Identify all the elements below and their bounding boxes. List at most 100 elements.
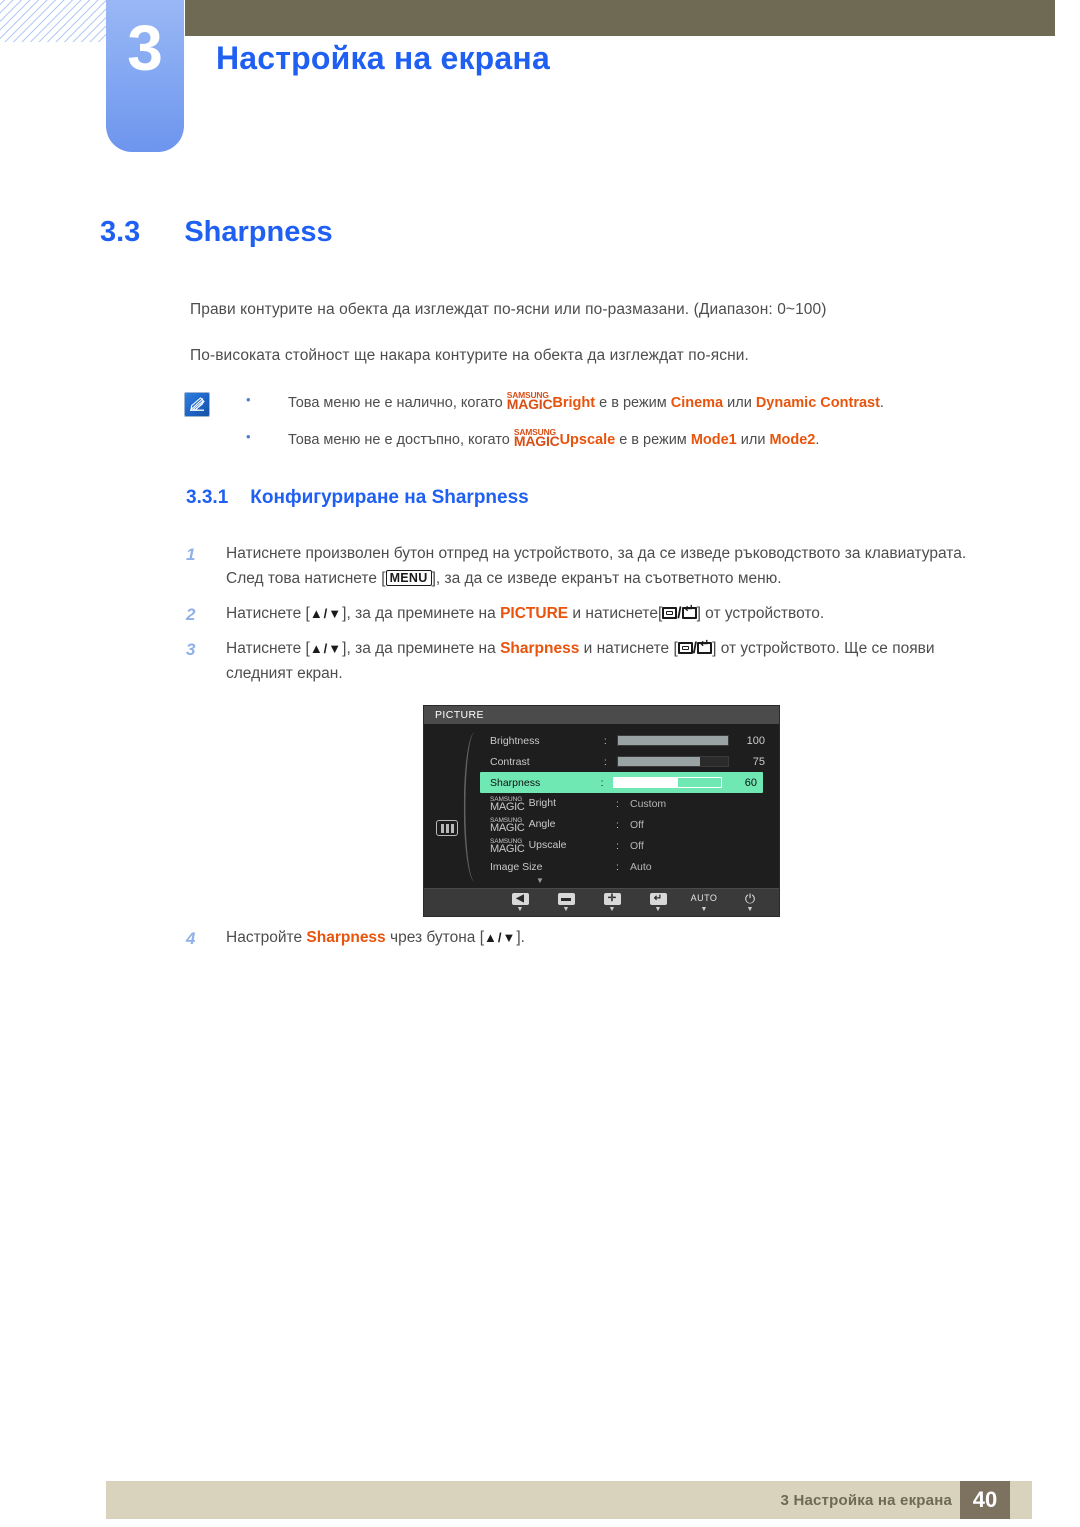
- page-footer: 3 Настройка на екрана 40: [106, 1481, 1032, 1519]
- osd-label-text: Upscale: [528, 839, 567, 852]
- osd-row-image-size[interactable]: Image Size : Auto: [480, 856, 771, 877]
- footer-chapter-label: 3 Настройка на екрана: [780, 1491, 952, 1509]
- subsection-title: Конфигуриране на Sharpness: [250, 487, 529, 508]
- section-number: 3.3: [100, 216, 141, 248]
- step-3: 3 Натиснете [▲/▼], за да преминете на Sh…: [186, 636, 986, 686]
- minus-button[interactable]: ▬ ▼: [543, 892, 589, 913]
- up-down-arrow-icon: ▲/▼: [309, 606, 343, 621]
- power-button[interactable]: ⏻ ▼: [727, 891, 773, 913]
- osd-title: PICTURE: [424, 706, 779, 724]
- description-paragraph-1: Прави контурите на обекта да изглеждат п…: [190, 301, 827, 318]
- osd-label: Contrast: [490, 755, 530, 768]
- step-text: Натиснете произволен бутон отпред на уст…: [226, 545, 967, 588]
- osd-label: Brightness: [490, 734, 540, 747]
- osd-row-list: Brightness : 100 Contrast : 75 Sharpness…: [480, 730, 771, 877]
- step-number: 1: [186, 545, 196, 564]
- auto-label: AUTO: [690, 893, 718, 903]
- picture-bars-icon: [436, 820, 458, 836]
- osd-body: Brightness : 100 Contrast : 75 Sharpness…: [424, 724, 779, 890]
- osd-label: SAMSUNG MAGIC Bright: [490, 796, 616, 813]
- osd-row-contrast[interactable]: Contrast : 75: [480, 751, 771, 772]
- enter-icon: ↵: [649, 892, 667, 905]
- bullet-icon: •: [246, 428, 251, 444]
- sharpness-value: 60: [744, 776, 757, 789]
- button-tick-icon: ▼: [562, 905, 570, 913]
- osd-row-magic-upscale[interactable]: SAMSUNG MAGIC Upscale : Off: [480, 835, 771, 856]
- bullet-icon: •: [246, 392, 251, 407]
- osd-menu-screenshot: PICTURE Brightness : 100 Contrast : 75 S…: [423, 705, 780, 917]
- note-item: • Това меню не е налично, когато SAMSUNG…: [246, 390, 994, 415]
- brightness-slider[interactable]: [616, 735, 729, 746]
- button-tick-icon: ▼: [700, 905, 708, 913]
- section-heading: 3.3 Sharpness: [100, 216, 333, 249]
- header-olive-bar: [185, 0, 1055, 36]
- step-text: Натиснете [▲/▼], за да преминете на Shar…: [226, 636, 986, 686]
- samsung-magic-logo: SAMSUNG MAGIC: [490, 796, 525, 813]
- auto-button[interactable]: AUTO ▼: [681, 893, 727, 913]
- subsection-heading: 3.3.1 Конфигуриране на Sharpness: [186, 487, 529, 509]
- note-item-text: Това меню не е налично, когато SAMSUNG MA…: [288, 390, 884, 413]
- manual-page: 3 Настройка на екрана 3.3 Sharpness Прав…: [0, 0, 1080, 1527]
- source-button-icon: [677, 642, 693, 654]
- source-button-icon: [662, 607, 678, 619]
- up-down-arrow-icon: ▲/▼: [309, 641, 343, 656]
- step-1: 1 Натиснете произволен бутон отпред на у…: [186, 541, 986, 591]
- step-number: 2: [186, 605, 196, 624]
- subsection-number: 3.3.1: [186, 487, 229, 508]
- step-2: 2 Натиснете [▲/▼], за да преминете на PI…: [186, 601, 986, 626]
- chapter-title: Настройка на екрана: [216, 40, 550, 76]
- step-text: Настройте Sharpness чрез бутона [▲/▼].: [226, 929, 525, 946]
- button-tick-icon: ▼: [746, 905, 754, 913]
- plus-icon: ✛: [603, 892, 621, 905]
- note-list: • Това меню не е налично, когато SAMSUNG…: [246, 390, 994, 452]
- osd-label: SAMSUNG MAGIC Angle: [490, 817, 616, 834]
- scroll-down-icon[interactable]: ▼: [536, 876, 544, 885]
- samsung-magic-logo: SAMSUNG MAGIC: [513, 426, 560, 449]
- up-down-arrow-icon: ▲/▼: [484, 930, 517, 945]
- step-number: 4: [186, 929, 196, 948]
- osd-label: SAMSUNG MAGIC Upscale: [490, 838, 616, 855]
- note-block: • Това меню не е налично, когато SAMSUNG…: [184, 390, 994, 464]
- brightness-value: 100: [746, 734, 765, 747]
- button-tick-icon: ▼: [654, 905, 662, 913]
- osd-row-brightness[interactable]: Brightness : 100: [480, 730, 771, 751]
- chapter-number-tab: 3: [106, 0, 184, 152]
- osd-label: Sharpness: [490, 776, 541, 789]
- power-icon: ⏻: [744, 891, 756, 906]
- osd-row-magic-angle[interactable]: SAMSUNG MAGIC Angle : Off: [480, 814, 771, 835]
- image-size-value: Auto: [630, 860, 652, 873]
- minus-icon: ▬: [557, 892, 575, 905]
- back-icon: ◀: [511, 892, 529, 905]
- page-number: 40: [960, 1481, 1010, 1519]
- enter-button-icon: [681, 604, 697, 619]
- magic-angle-value: Off: [630, 818, 644, 831]
- step-text: Натиснете [▲/▼], за да преминете на PICT…: [226, 601, 986, 626]
- step-4: 4 Настройте Sharpness чрез бутона [▲/▼].: [186, 925, 986, 950]
- magic-upscale-value: Off: [630, 839, 644, 852]
- note-item-text: Това меню не е достъпно, когато SAMSUNG M…: [288, 426, 820, 449]
- back-button[interactable]: ◀ ▼: [497, 892, 543, 913]
- menu-keycap: MENU: [385, 570, 432, 587]
- sharpness-slider[interactable]: [612, 777, 722, 788]
- contrast-slider[interactable]: [616, 756, 729, 767]
- osd-row-sharpness[interactable]: Sharpness : 60: [480, 772, 763, 793]
- plus-button[interactable]: ✛ ▼: [589, 892, 635, 913]
- osd-label: Image Size: [490, 860, 543, 873]
- note-item: • Това меню не е достъпно, когато SAMSUN…: [246, 427, 994, 452]
- description-paragraph-2: По-високата стойност ще накара контурите…: [190, 347, 749, 364]
- note-pen-icon: [184, 392, 210, 417]
- magic-bright-value: Custom: [630, 797, 667, 810]
- osd-button-bar: ◀ ▼ ▬ ▼ ✛ ▼ ↵ ▼ AUTO ▼ ⏻ ▼: [424, 888, 779, 916]
- section-title: Sharpness: [184, 216, 333, 248]
- step-number: 3: [186, 640, 196, 659]
- osd-row-magic-bright[interactable]: SAMSUNG MAGIC Bright : Custom: [480, 793, 771, 814]
- button-tick-icon: ▼: [608, 905, 616, 913]
- osd-label-text: Bright: [528, 797, 556, 810]
- enter-button[interactable]: ↵ ▼: [635, 892, 681, 913]
- enter-button-icon: [697, 639, 713, 654]
- chapter-number: 3: [127, 12, 163, 84]
- button-tick-icon: ▼: [516, 905, 524, 913]
- samsung-magic-logo: SAMSUNG MAGIC: [490, 838, 525, 855]
- contrast-value: 75: [752, 755, 765, 768]
- samsung-magic-logo: SAMSUNG MAGIC: [506, 390, 553, 413]
